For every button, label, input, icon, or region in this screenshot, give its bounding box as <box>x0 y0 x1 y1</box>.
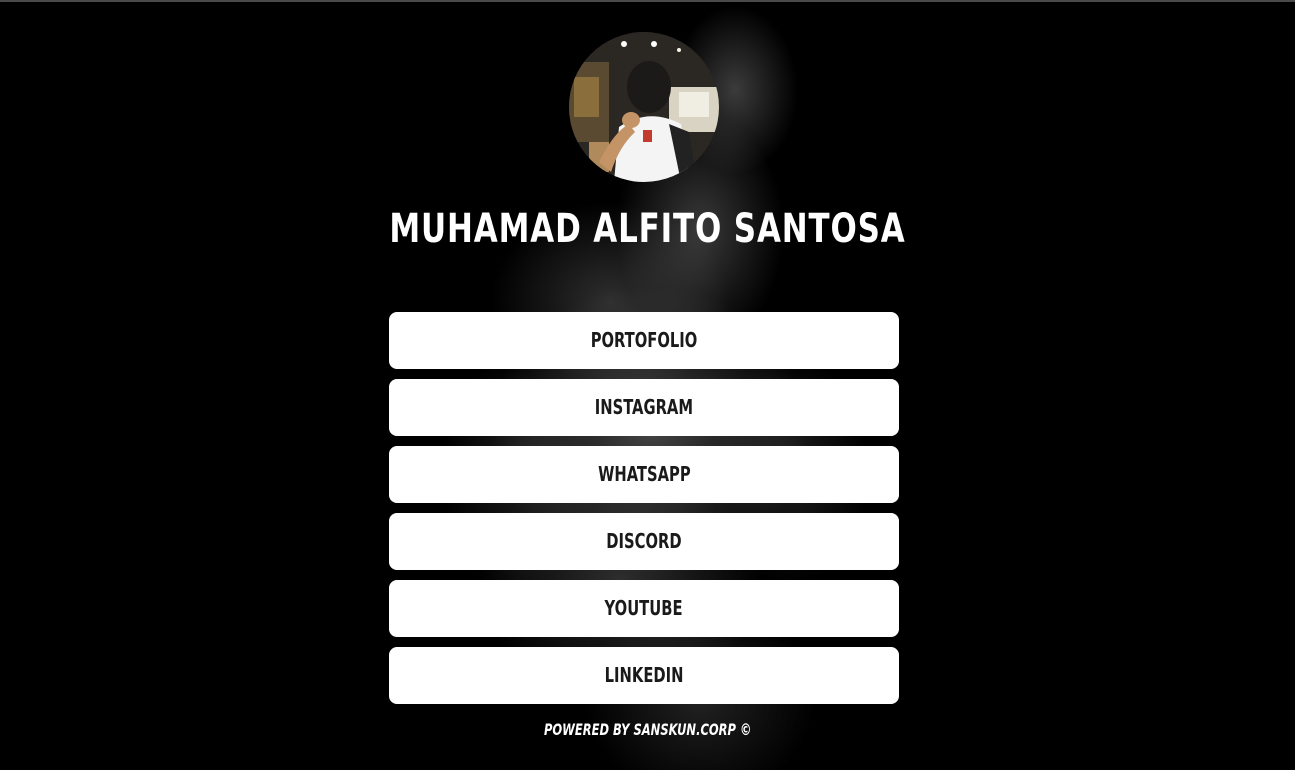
instagram-label: INSTAGRAM <box>594 395 694 419</box>
instagram-button[interactable]: INSTAGRAM <box>389 379 899 436</box>
youtube-label: YOUTUBE <box>604 596 683 620</box>
footer-text[interactable]: POWERED BY SANSKUN.CORP © <box>544 720 752 739</box>
footer: POWERED BY SANSKUN.CORP © <box>0 720 1295 739</box>
profile-photo <box>569 32 719 182</box>
discord-button[interactable]: DISCORD <box>389 513 899 570</box>
avatar <box>569 32 719 182</box>
whatsapp-label: WHATSAPP <box>597 462 691 486</box>
linkedin-button[interactable]: LINKEDIN <box>389 647 899 704</box>
youtube-button[interactable]: YOUTUBE <box>389 580 899 637</box>
linkedin-label: LINKEDIN <box>604 663 684 687</box>
link-list: PORTOFOLIO INSTAGRAM WHATSAPP DISCORD YO… <box>389 312 899 714</box>
portofolio-label: PORTOFOLIO <box>590 328 698 352</box>
portofolio-button[interactable]: PORTOFOLIO <box>389 312 899 369</box>
whatsapp-button[interactable]: WHATSAPP <box>389 446 899 503</box>
discord-label: DISCORD <box>606 529 682 553</box>
profile-name: MUHAMAD ALFITO SANTOSA <box>389 206 906 252</box>
